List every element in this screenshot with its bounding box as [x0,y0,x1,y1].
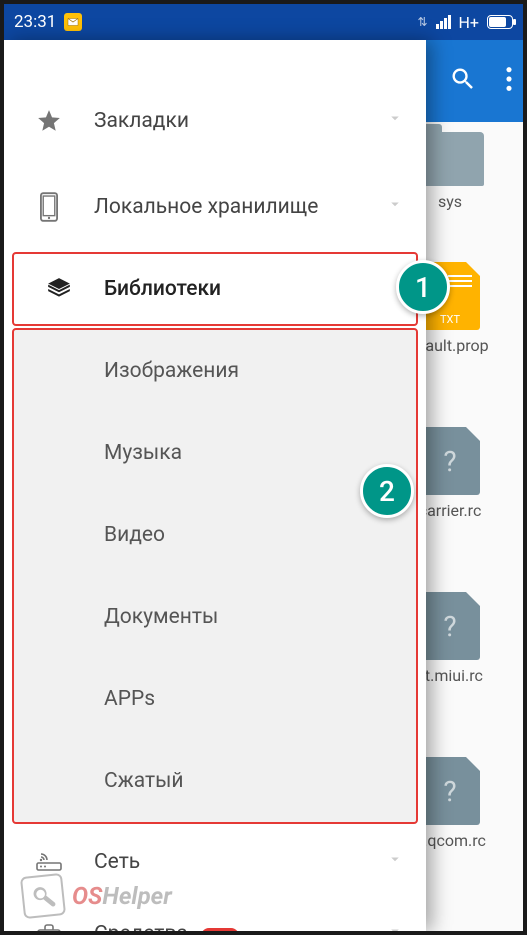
chevron-down-icon [386,195,404,219]
drawer-item-label: Видео [104,523,394,547]
battery-icon [487,15,513,29]
data-traffic-icon: ⇅ [417,15,427,29]
search-icon[interactable] [449,65,477,97]
drawer-item-label: Сжатый [104,769,394,793]
drawer-subitem-music[interactable]: Музыка [14,412,416,494]
unknown-file-icon: ? [420,757,480,825]
unknown-file-icon: ? [420,427,480,495]
callout-badge-1: 1 [396,260,450,314]
watermark: OSHelper [22,875,172,917]
drawer-item-label: APPs [104,687,394,711]
new-badge: new [201,928,239,931]
status-bar: 23:31 ⇅ H+ [4,4,523,40]
drawer-subitem-documents[interactable]: Документы [14,576,416,658]
drawer-item-libraries[interactable]: Библиотеки [14,254,416,324]
status-time: 23:31 [14,12,56,32]
router-icon [34,847,64,877]
chevron-down-icon [386,109,404,133]
drawer-subitem-apps[interactable]: APPs [14,658,416,740]
drawer-item-storage[interactable]: Локальное хранилище [4,164,426,250]
layers-icon [44,274,74,304]
drawer-item-label: Сеть [94,850,386,874]
drawer-item-label: Закладки [94,109,386,133]
drawer-item-label: Локальное хранилище [94,195,386,219]
drawer-item-label: Средства new [94,922,386,931]
overflow-menu-icon[interactable] [505,65,513,97]
drawer-item-label: Документы [104,605,394,629]
phone-icon [34,192,64,222]
folder-icon [416,132,484,186]
drawer-subitem-images[interactable]: Изображения [14,330,416,412]
mail-notification-icon [64,13,82,31]
drawer-subitem-video[interactable]: Видео [14,494,416,576]
signal-icon [436,15,451,29]
drawer-item-label: Изображения [104,359,394,383]
star-icon [34,106,64,136]
network-type: H+ [459,13,480,32]
highlight-box-1: Библиотеки [12,252,418,326]
watermark-brand-2: Helper [102,882,171,910]
callout-badge-2: 2 [360,464,414,518]
drawer-item-label: Музыка [104,441,394,465]
drawer-item-bookmarks[interactable]: Закладки [4,78,426,164]
drawer-subitem-compressed[interactable]: Сжатый [14,740,416,822]
watermark-brand-1: OS [72,882,102,910]
chevron-down-icon [386,850,404,874]
toolbox-icon [34,919,64,931]
drawer-item-label: Библиотеки [104,277,394,301]
wrench-icon [20,873,66,919]
highlight-box-2: Изображения Музыка Видео Документы APPs … [12,328,418,824]
chevron-down-icon [386,922,404,931]
unknown-file-icon: ? [420,592,480,660]
